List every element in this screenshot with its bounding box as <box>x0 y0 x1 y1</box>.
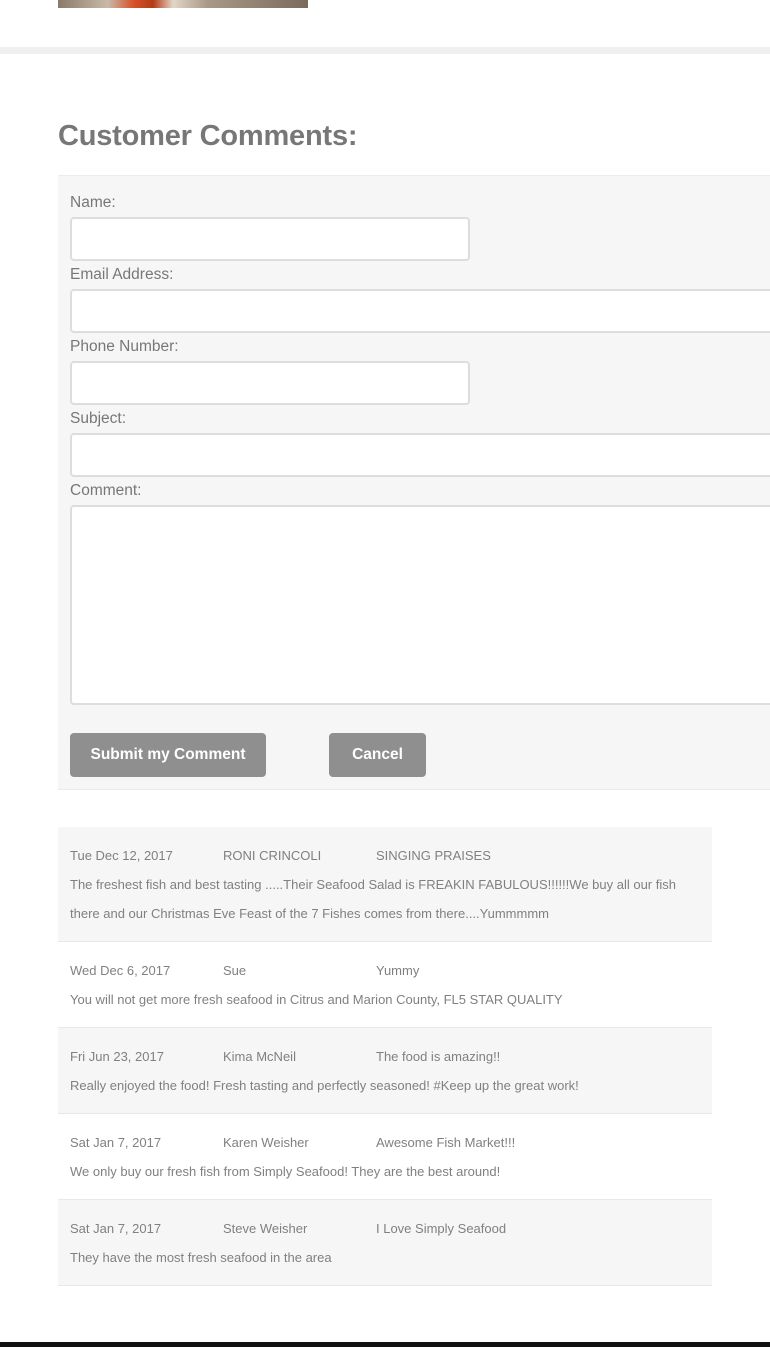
comment-author: Karen Weisher <box>223 1135 309 1150</box>
comment-item: Wed Dec 6, 2017 Sue Yummy You will not g… <box>58 942 712 1028</box>
comment-textarea[interactable] <box>70 505 770 705</box>
comment-item: Sat Jan 7, 2017 Karen Weisher Awesome Fi… <box>58 1114 712 1200</box>
footer-bar <box>0 1342 770 1347</box>
subject-input[interactable] <box>70 433 770 477</box>
section-divider <box>0 47 770 54</box>
comment-item: Tue Dec 12, 2017 RONI CRINCOLI SINGING P… <box>58 827 712 942</box>
email-input[interactable] <box>70 289 770 333</box>
comment-body: We only buy our fresh fish from Simply S… <box>70 1164 501 1179</box>
subject-label: Subject: <box>70 410 127 427</box>
comment-subject: Awesome Fish Market!!! <box>376 1135 516 1150</box>
page-title: Customer Comments: <box>58 120 358 152</box>
comments-list: Tue Dec 12, 2017 RONI CRINCOLI SINGING P… <box>58 827 712 1286</box>
comment-item: Sat Jan 7, 2017 Steve Weisher I Love Sim… <box>58 1200 712 1286</box>
comment-date: Tue Dec 12, 2017 <box>70 848 173 863</box>
comment-date: Sat Jan 7, 2017 <box>70 1135 162 1150</box>
comment-body: You will not get more fresh seafood in C… <box>70 992 563 1007</box>
submit-comment-button[interactable]: Submit my Comment <box>70 733 266 777</box>
comment-form: Name: Email Address: Phone Number: Subje… <box>58 175 770 790</box>
comment-subject: Yummy <box>376 963 420 978</box>
name-label: Name: <box>70 194 116 211</box>
comment-body: Really enjoyed the food! Fresh tasting a… <box>70 1078 579 1093</box>
comment-author: Steve Weisher <box>223 1221 308 1236</box>
comment-subject: SINGING PRAISES <box>376 848 491 863</box>
header-food-image <box>58 0 308 8</box>
comment-item: Fri Jun 23, 2017 Kima McNeil The food is… <box>58 1028 712 1114</box>
comment-author: Kima McNeil <box>223 1049 296 1064</box>
comment-subject: The food is amazing!! <box>376 1049 501 1064</box>
comment-date: Sat Jan 7, 2017 <box>70 1221 162 1236</box>
comment-label: Comment: <box>70 482 142 499</box>
email-label: Email Address: <box>70 266 174 283</box>
comment-date: Fri Jun 23, 2017 <box>70 1049 164 1064</box>
comment-author: RONI CRINCOLI <box>223 848 322 863</box>
cancel-button[interactable]: Cancel <box>329 733 426 777</box>
comment-author: Sue <box>223 963 247 978</box>
comment-body: The freshest fish and best tasting .....… <box>70 877 676 921</box>
comment-subject: I Love Simply Seafood <box>376 1221 507 1236</box>
phone-input[interactable] <box>70 361 470 405</box>
name-input[interactable] <box>70 217 470 261</box>
comment-date: Wed Dec 6, 2017 <box>70 963 171 978</box>
phone-label: Phone Number: <box>70 338 179 355</box>
comment-body: They have the most fresh seafood in the … <box>70 1250 332 1265</box>
